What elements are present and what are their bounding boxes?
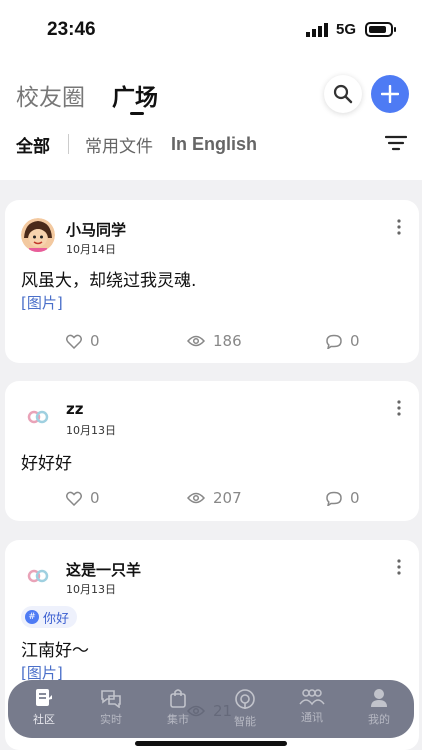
bottom-nav: 社区 实时 集市 智能 通讯 我的 [8,680,414,738]
comment-count: 0 [350,489,360,507]
battery-icon [365,22,396,37]
profile-icon [371,689,387,707]
view-stat: 207 [187,489,242,507]
comment-icon [326,334,342,349]
heart-icon [66,491,82,506]
nav-realtime[interactable]: 实时 [81,688,141,734]
like-button[interactable]: 0 [66,489,100,507]
plus-icon [381,85,399,103]
post-date: 10月13日 [66,583,116,596]
comment-count: 0 [350,332,360,350]
view-stat: 186 [187,332,242,350]
post-author[interactable]: 小马同学 [66,219,126,240]
post-author[interactable]: zz [66,400,83,418]
nav-label: 我的 [368,713,390,726]
subtab-bar: 全部 常用文件 In English [16,132,275,157]
network-label: 5G [336,21,357,38]
post-card[interactable]: zz 10月13日 好好好 0 207 0 [5,381,419,521]
post-content: 江南好～ [21,641,89,661]
feed-top-edge [10,176,410,180]
ai-icon [235,689,255,709]
contacts-icon [299,689,325,706]
avatar[interactable] [21,399,55,433]
view-count: 207 [213,489,242,507]
nav-label: 社区 [33,713,55,726]
nav-label: 实时 [100,713,122,726]
more-options-icon[interactable] [397,219,401,235]
topic-label: 你好 [43,611,70,627]
status-bar: 23:46 5G [0,0,422,58]
view-count: 186 [213,332,242,350]
status-time: 23:46 [47,19,96,40]
post-image-tag[interactable]: [图片] [21,292,63,313]
post-date: 10月13日 [66,424,116,437]
comment-button[interactable]: 0 [326,332,360,350]
post-date: 10月14日 [66,243,116,256]
avatar[interactable] [21,218,55,252]
comment-icon [326,491,342,506]
nav-smart[interactable]: 智能 [215,688,275,734]
search-icon [333,84,353,104]
nav-market[interactable]: 集市 [148,688,208,734]
topic-tag[interactable]: # 你好 [21,606,78,628]
post-author[interactable]: 这是一只羊 [66,559,141,580]
add-post-button[interactable] [371,75,409,113]
subtab-common-files[interactable]: 常用文件 [85,132,153,157]
signal-icon [306,23,328,37]
shopping-bag-icon [170,689,186,708]
more-options-icon[interactable] [397,559,401,575]
nav-profile[interactable]: 我的 [349,688,409,734]
post-content: 风虽大，却绕过我灵魂. [21,271,197,291]
more-options-icon[interactable] [397,400,401,416]
tab-square-label: 广场 [112,85,158,111]
tab-alumni-circle[interactable]: 校友圈 [16,78,85,112]
eye-icon [187,335,205,347]
subtab-divider [68,134,69,154]
avatar[interactable] [21,558,55,592]
heart-icon [66,334,82,349]
subtab-in-english[interactable]: In English [171,134,257,155]
subtab-all[interactable]: 全部 [16,132,50,157]
avatar-image [21,399,55,433]
nav-label: 集市 [167,713,189,726]
hashtag-icon: # [25,610,39,624]
post-content: 好好好 [21,454,72,474]
post-stats: 0 186 0 [5,332,419,352]
nav-contacts[interactable]: 通讯 [282,688,342,734]
comment-button[interactable]: 0 [326,489,360,507]
post-stats: 0 207 0 [5,489,419,509]
search-button[interactable] [324,75,362,113]
nav-label: 通讯 [301,711,323,724]
like-button[interactable]: 0 [66,332,100,350]
header: 校友圈 广场 全部 常用文件 In English [0,58,422,180]
tab-square[interactable]: 广场 [112,78,158,115]
like-count: 0 [90,489,100,507]
nav-community[interactable]: 社区 [14,688,74,734]
like-count: 0 [90,332,100,350]
post-card[interactable]: 小马同学 10月14日 风虽大，却绕过我灵魂. [图片] 0 186 0 [5,200,419,363]
nav-label: 智能 [234,715,256,728]
filter-icon[interactable] [385,134,407,152]
active-tab-indicator [130,112,144,115]
chat-icon [101,690,121,708]
community-icon [36,689,52,706]
home-indicator [135,741,287,746]
avatar-image [21,558,55,592]
avatar-image [21,218,55,252]
eye-icon [187,492,205,504]
